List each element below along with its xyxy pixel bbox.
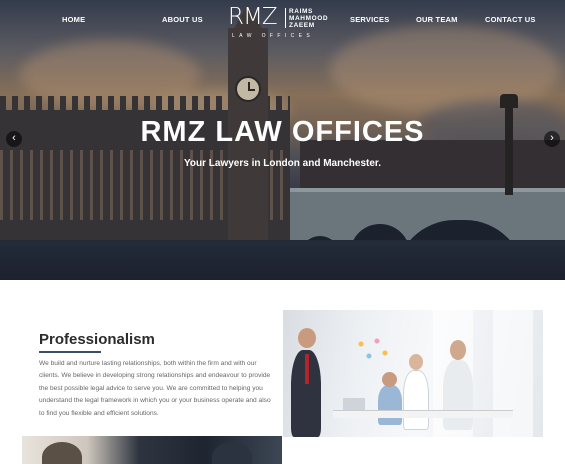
laptop-icon (343, 398, 365, 410)
nav-services[interactable]: SERVICES (350, 15, 389, 24)
photo-person (42, 442, 82, 464)
logo-line-zaeem: ZAEEM (289, 22, 315, 29)
professionalism-text: We build and nurture lasting relationshi… (39, 360, 271, 417)
rmz-logo[interactable]: RMZ RAIMS MAHMOOD ZAEEM LAW OFFICES (228, 5, 340, 41)
nav-contact-us[interactable]: CONTACT US (485, 15, 536, 24)
photo-person (378, 385, 402, 425)
photo-desk (333, 410, 513, 418)
nav-our-team[interactable]: OUR TEAM (416, 15, 458, 24)
nav-about-us[interactable]: ABOUT US (162, 15, 203, 24)
logo-line-mahmood: MAHMOOD (289, 15, 329, 22)
hero-title: RMZ LAW OFFICES (140, 116, 425, 148)
photo-person (403, 370, 429, 430)
photo-person-head (450, 340, 466, 360)
office-team-photo (283, 310, 543, 437)
logo-divider (285, 8, 286, 28)
photo-tie (305, 354, 309, 384)
meeting-photo (22, 436, 282, 464)
photo-person-head (409, 354, 423, 370)
slider-prev-arrow-icon[interactable]: ‹ (6, 131, 22, 147)
professionalism-heading: Professionalism (39, 331, 155, 348)
logo-line-raims: RAIMS (289, 8, 313, 15)
slider-next-arrow-icon[interactable]: › (544, 131, 560, 147)
heading-underline (39, 351, 101, 353)
photo-person-head (298, 328, 316, 348)
nav-home[interactable]: HOME (62, 15, 85, 24)
hero-subtitle: Your Lawyers in London and Manchester. (183, 158, 382, 169)
sticky-notes (353, 335, 393, 365)
logo-subtitle: LAW OFFICES (232, 33, 315, 39)
photo-person (212, 442, 252, 464)
photo-person-head (382, 372, 397, 387)
photo-person (443, 360, 473, 430)
logo-mark: RMZ (228, 4, 278, 30)
hero-banner: HOME ABOUT US RMZ RAIMS MAHMOOD ZAEEM LA… (0, 0, 565, 280)
